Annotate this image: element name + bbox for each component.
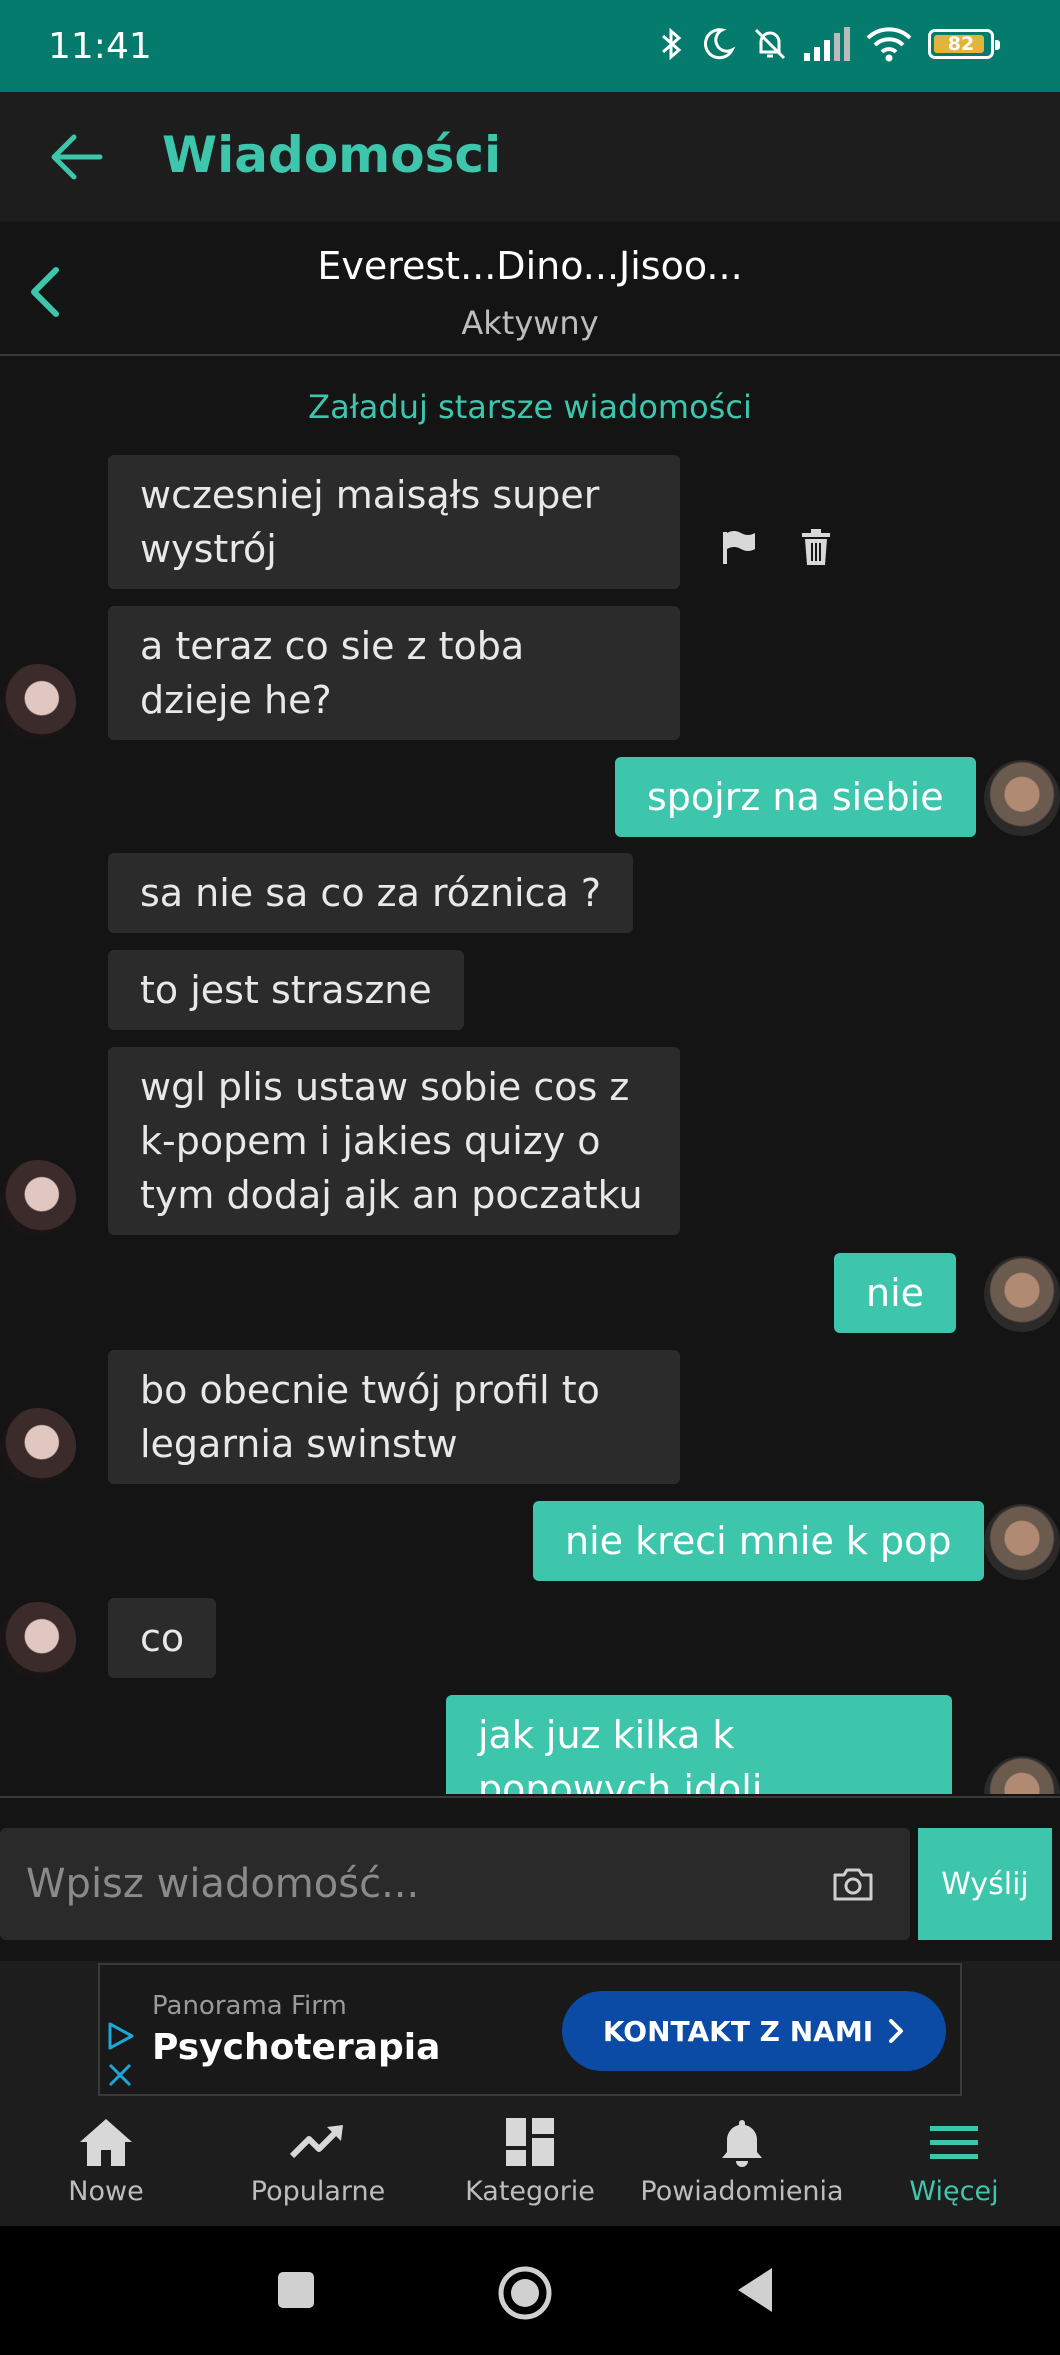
message-composer: Wyślij bbox=[0, 1796, 1060, 1961]
nav-item-kategorie[interactable]: Kategorie bbox=[424, 2098, 636, 2226]
status-icons: 82 bbox=[660, 26, 1000, 62]
avatar[interactable] bbox=[0, 664, 76, 740]
message-list[interactable]: Załaduj starsze wiadomości wczesniej mai… bbox=[0, 358, 1060, 1794]
status-bar: 11:41 82 bbox=[0, 0, 1060, 92]
message-actions bbox=[720, 528, 832, 566]
moon-icon bbox=[703, 28, 736, 60]
message-incoming[interactable]: wczesniej maisąłs super wystrój bbox=[108, 455, 680, 589]
nav-label: Powiadomienia bbox=[640, 2176, 844, 2207]
conversation-header: Everest...Dino...Jisoo... Aktywny bbox=[0, 222, 1060, 356]
nav-item-popularne[interactable]: Popularne bbox=[212, 2098, 424, 2226]
close-icon[interactable] bbox=[106, 2061, 134, 2089]
nav-item-nowe[interactable]: Nowe bbox=[0, 2098, 212, 2226]
bell-off-icon bbox=[754, 28, 786, 60]
message-input[interactable] bbox=[26, 1828, 806, 1940]
page-title: Wiadomości bbox=[162, 126, 502, 184]
home-button-icon[interactable] bbox=[496, 2264, 554, 2322]
recents-icon[interactable] bbox=[274, 2264, 318, 2316]
avatar[interactable] bbox=[984, 1756, 1060, 1794]
back-arrow-icon[interactable] bbox=[48, 132, 104, 182]
chevron-right-icon bbox=[889, 2019, 904, 2043]
avatar[interactable] bbox=[0, 1408, 76, 1484]
avatar[interactable] bbox=[0, 1602, 76, 1678]
avatar[interactable] bbox=[984, 760, 1060, 836]
ad-source: Panorama Firm bbox=[152, 1991, 347, 2021]
nav-item-wiecej[interactable]: Więcej bbox=[848, 2098, 1060, 2226]
trash-icon[interactable] bbox=[800, 528, 832, 566]
ad-banner[interactable]: Panorama Firm Psychoterapia KONTAKT Z NA… bbox=[98, 1963, 962, 2096]
ad-choices-icon[interactable] bbox=[106, 2021, 136, 2051]
message-outgoing[interactable]: spojrz na siebie bbox=[615, 757, 976, 837]
message-outgoing[interactable]: jak juz kilka k popowych idoli bbox=[446, 1695, 952, 1794]
battery-level: 82 bbox=[947, 33, 975, 55]
trending-icon bbox=[289, 2125, 343, 2159]
conversation-status: Aktywny bbox=[461, 304, 599, 342]
signal-icon bbox=[804, 27, 850, 61]
bottom-navigation: Nowe Popularne Kategorie Powiadomienia W… bbox=[0, 2098, 1060, 2226]
flag-icon[interactable] bbox=[720, 528, 758, 566]
grid-icon bbox=[506, 2118, 554, 2166]
menu-icon bbox=[930, 2126, 978, 2159]
avatar[interactable] bbox=[0, 1160, 76, 1236]
message-incoming[interactable]: to jest straszne bbox=[108, 950, 464, 1030]
back-triangle-icon[interactable] bbox=[734, 2264, 778, 2316]
bell-icon bbox=[722, 2120, 762, 2167]
message-outgoing[interactable]: nie bbox=[834, 1253, 957, 1333]
send-button[interactable]: Wyślij bbox=[918, 1828, 1052, 1940]
avatar[interactable] bbox=[984, 1256, 1060, 1332]
message-incoming[interactable]: sa nie sa co za róznica ? bbox=[108, 853, 634, 933]
battery-icon: 82 bbox=[928, 29, 1000, 59]
message-incoming[interactable]: a teraz co sie z toba dzieje he? bbox=[108, 606, 680, 740]
wifi-icon bbox=[866, 27, 912, 62]
message-incoming[interactable]: bo obecnie twój profil to legarnia swins… bbox=[108, 1350, 680, 1484]
status-time: 11:41 bbox=[48, 26, 152, 67]
message-incoming[interactable]: co bbox=[108, 1598, 217, 1678]
message-incoming[interactable]: wgl plis ustaw sobie cos z k-popem i jak… bbox=[108, 1047, 680, 1235]
nav-label: Nowe bbox=[68, 2176, 144, 2207]
nav-item-powiadomienia[interactable]: Powiadomienia bbox=[636, 2098, 848, 2226]
ad-cta-label: KONTAKT Z NAMI bbox=[602, 2014, 874, 2048]
message-outgoing[interactable]: nie kreci mnie k pop bbox=[533, 1501, 984, 1581]
ad-title: Psychoterapia bbox=[152, 2027, 441, 2068]
nav-label: Więcej bbox=[909, 2176, 999, 2207]
message-input-box[interactable] bbox=[0, 1828, 910, 1940]
nav-label: Kategorie bbox=[465, 2176, 595, 2207]
ad-cta-button[interactable]: KONTAKT Z NAMI bbox=[562, 1991, 946, 2071]
ad-banner-area: Panorama Firm Psychoterapia KONTAKT Z NA… bbox=[0, 1961, 1060, 2098]
camera-icon[interactable] bbox=[832, 1866, 874, 1902]
avatar[interactable] bbox=[984, 1504, 1060, 1580]
app-header: Wiadomości bbox=[0, 92, 1060, 222]
load-older-link[interactable]: Załaduj starsze wiadomości bbox=[0, 388, 1060, 426]
system-navigation bbox=[0, 2226, 1060, 2355]
conversation-participants[interactable]: Everest...Dino...Jisoo... bbox=[0, 244, 1060, 288]
home-icon bbox=[80, 2119, 132, 2166]
nav-label: Popularne bbox=[250, 2176, 386, 2207]
bluetooth-icon bbox=[662, 27, 682, 61]
